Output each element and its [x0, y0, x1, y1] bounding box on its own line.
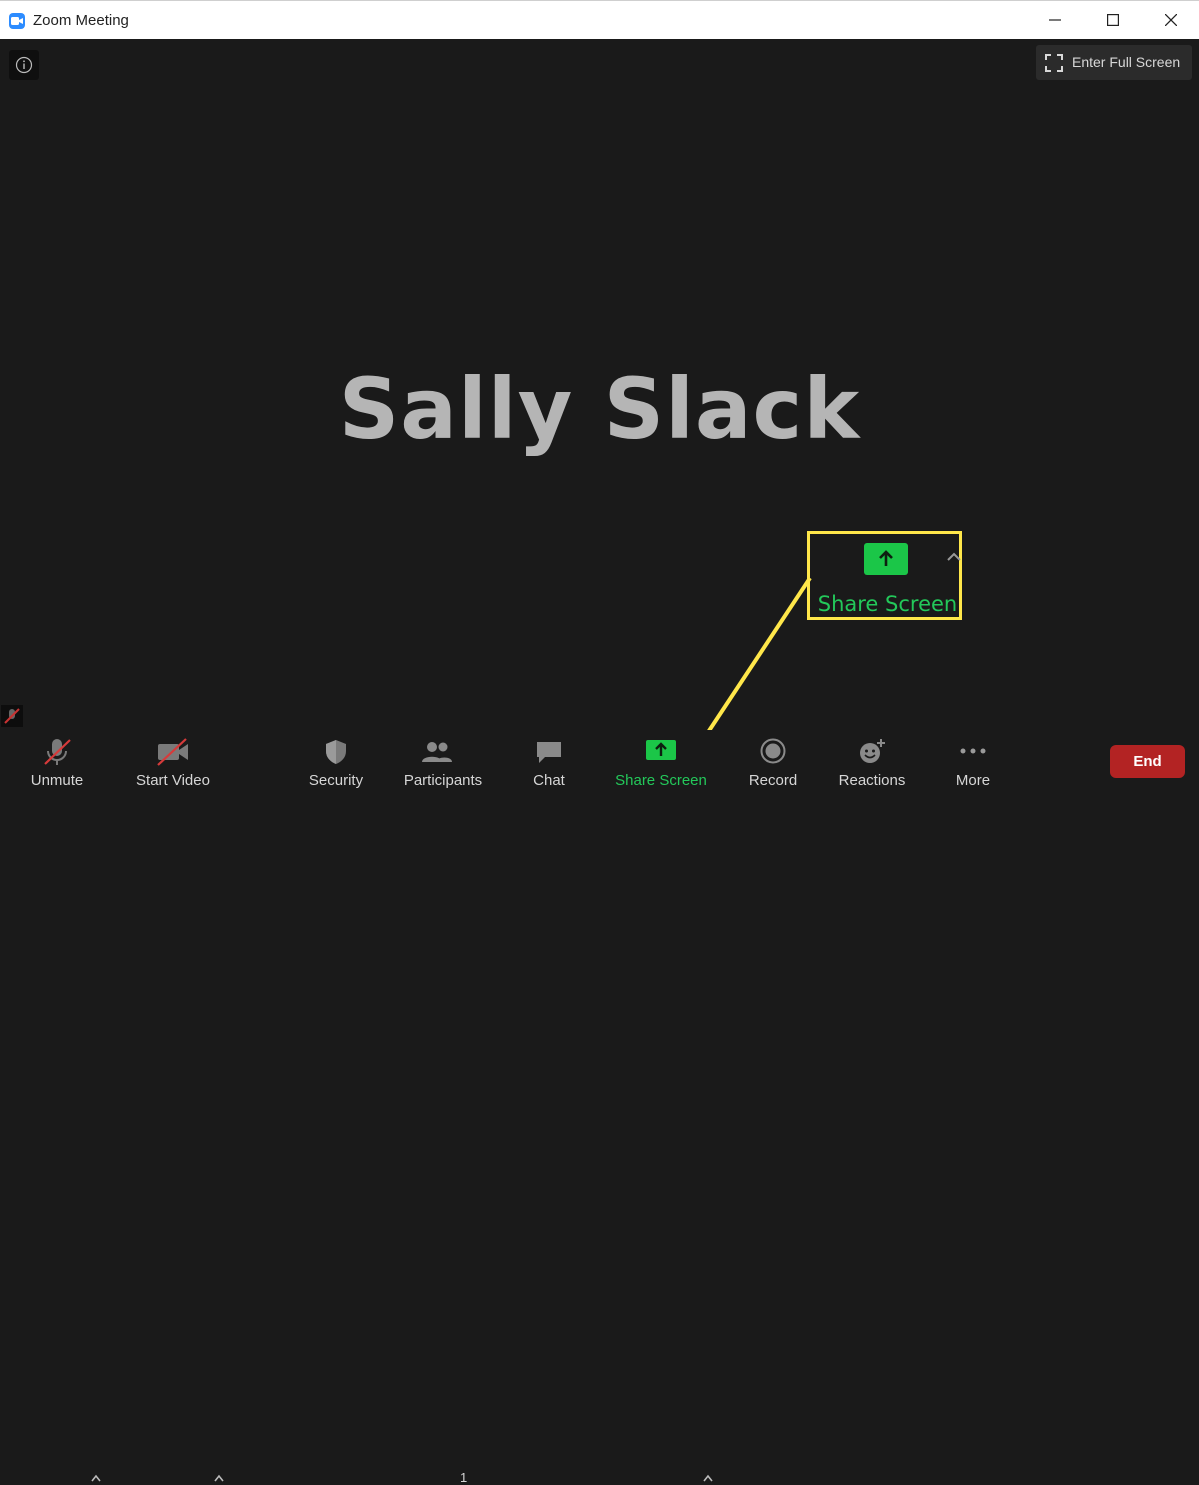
- minimize-button[interactable]: [1026, 1, 1084, 39]
- security-label: Security: [308, 772, 364, 789]
- start-video-label: Start Video: [136, 772, 210, 789]
- chevron-up-icon: [947, 552, 961, 561]
- window-title: Zoom Meeting: [33, 12, 129, 29]
- participants-icon: [422, 742, 452, 762]
- muted-mic-badge: [1, 705, 23, 727]
- video-camera-off-icon: [157, 738, 188, 766]
- video-options-caret-icon[interactable]: [213, 1474, 225, 1482]
- chat-bubble-icon: [537, 742, 561, 763]
- participants-count: 1: [460, 1470, 468, 1485]
- share-screen-toolbar-icon: [646, 740, 676, 760]
- unmute-button[interactable]: Unmute: [17, 730, 97, 795]
- maximize-button[interactable]: [1084, 1, 1142, 39]
- info-icon: [15, 56, 33, 74]
- participant-name: Sally Slack: [338, 360, 861, 458]
- chat-button[interactable]: Chat: [509, 730, 589, 795]
- end-meeting-button[interactable]: End: [1110, 745, 1185, 778]
- security-button[interactable]: Security: [296, 730, 376, 795]
- enter-full-screen-button[interactable]: Enter Full Screen: [1036, 45, 1192, 80]
- meeting-info-button[interactable]: [9, 50, 39, 80]
- participants-button[interactable]: Participants: [398, 730, 488, 795]
- zoom-app-icon: [9, 13, 25, 29]
- reactions-label: Reactions: [838, 772, 906, 789]
- minimize-icon: [1049, 19, 1061, 21]
- meeting-toolbar: Unmute Start Video Security Participants…: [0, 730, 1199, 1485]
- record-label: Record: [748, 772, 798, 789]
- unmute-label: Unmute: [30, 772, 84, 789]
- fullscreen-icon: [1045, 54, 1063, 72]
- enter-full-screen-label: Enter Full Screen: [1072, 54, 1181, 70]
- reactions-emoji-icon: [860, 739, 885, 763]
- share-screen-label: Share Screen: [615, 772, 707, 789]
- share-screen-button[interactable]: Share Screen: [611, 730, 711, 795]
- participants-label: Participants: [403, 772, 483, 789]
- share-screen-callout-label: Share Screen: [817, 592, 958, 616]
- more-dots-icon: [960, 748, 986, 754]
- share-options-caret-icon[interactable]: [702, 1474, 714, 1482]
- share-screen-callout: Share Screen: [807, 531, 962, 620]
- close-icon: [1165, 14, 1177, 26]
- maximize-icon: [1107, 14, 1119, 26]
- start-video-button[interactable]: Start Video: [128, 730, 218, 795]
- close-button[interactable]: [1142, 1, 1199, 39]
- title-bar: Zoom Meeting: [0, 0, 1199, 39]
- audio-options-caret-icon[interactable]: [90, 1474, 102, 1482]
- more-label: More: [955, 772, 991, 789]
- microphone-muted-icon: [44, 739, 71, 765]
- share-screen-icon: [864, 543, 908, 575]
- reactions-button[interactable]: Reactions: [827, 730, 917, 795]
- record-icon: [760, 738, 786, 764]
- chat-label: Chat: [533, 772, 565, 789]
- record-button[interactable]: Record: [733, 730, 813, 795]
- muted-mic-icon: [4, 708, 20, 724]
- more-button[interactable]: More: [933, 730, 1013, 795]
- shield-icon: [326, 740, 346, 764]
